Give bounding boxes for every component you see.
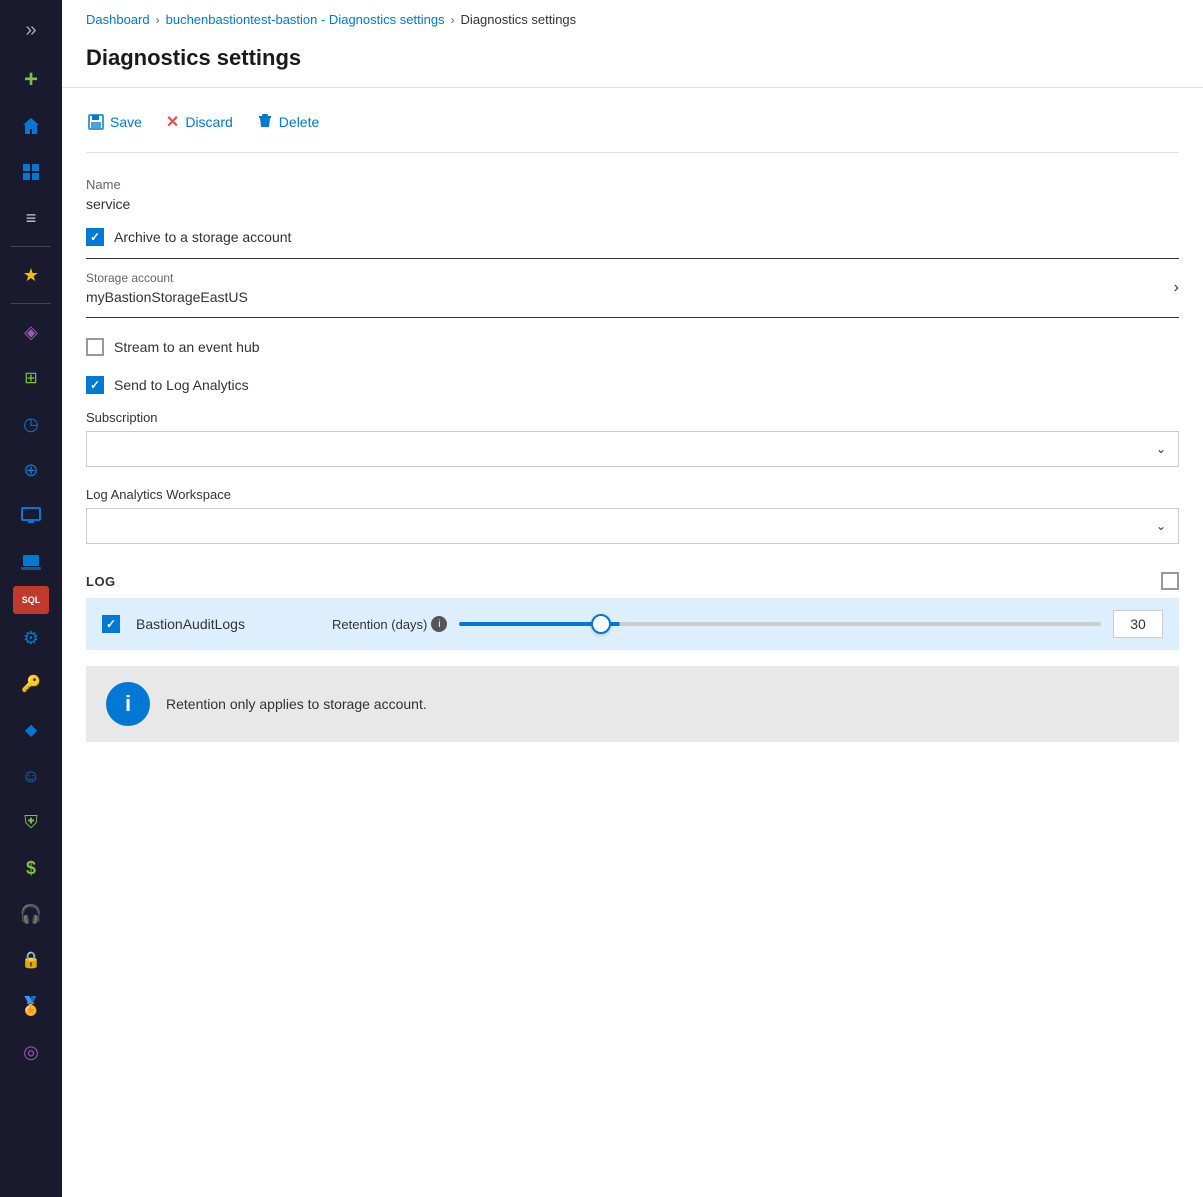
archive-checkbox-row: ✓ Archive to a storage account: [86, 228, 1179, 246]
log-header: LOG: [86, 564, 1179, 598]
archive-checkmark: ✓: [90, 230, 100, 244]
event-hub-checkbox-row: Stream to an event hub: [86, 338, 1179, 356]
collapse-icon[interactable]: »: [7, 8, 55, 52]
name-field-group: Name service: [86, 177, 1179, 212]
subscription-group: Subscription ⌄: [86, 410, 1179, 467]
headset-icon[interactable]: 🎧: [7, 892, 55, 936]
subscription-label: Subscription: [86, 410, 1179, 425]
storage-selector-info: Storage account myBastionStorageEastUS: [86, 271, 248, 305]
name-label: Name: [86, 177, 1179, 192]
breadcrumb-resource[interactable]: buchenbastiontest-bastion - Diagnostics …: [166, 12, 445, 27]
star-icon[interactable]: ★: [7, 253, 55, 297]
person-icon[interactable]: ◎: [7, 1030, 55, 1074]
retention-value: 30: [1130, 616, 1146, 632]
save-icon: [88, 114, 104, 130]
archive-checkbox[interactable]: ✓: [86, 228, 104, 246]
event-hub-checkbox[interactable]: [86, 338, 104, 356]
page-title: Diagnostics settings: [62, 35, 1203, 88]
slider-container: [459, 622, 1101, 626]
main-content: Dashboard › buchenbastiontest-bastion - …: [62, 0, 1203, 1197]
workspace-select-wrapper: ⌄: [86, 508, 1179, 544]
delete-button[interactable]: Delete: [255, 109, 321, 136]
log-analytics-checkmark: ✓: [90, 378, 100, 392]
log-header-checkbox[interactable]: [1161, 572, 1179, 590]
bastion-audit-checkbox[interactable]: ✓: [102, 615, 120, 633]
retention-slider-track: [459, 622, 1101, 626]
log-analytics-checkbox[interactable]: ✓: [86, 376, 104, 394]
log-row: ✓ BastionAuditLogs Retention (days) i: [86, 598, 1179, 650]
storage-account-selector[interactable]: Storage account myBastionStorageEastUS ›: [86, 258, 1179, 318]
diamond-icon[interactable]: ◆: [7, 708, 55, 752]
log-analytics-label[interactable]: Send to Log Analytics: [114, 377, 249, 393]
globe-icon[interactable]: ⊕: [7, 448, 55, 492]
retention-value-box: 30: [1113, 610, 1163, 638]
badge-icon[interactable]: 🏅: [7, 984, 55, 1028]
storage-account-value: myBastionStorageEastUS: [86, 289, 248, 305]
subscription-select-wrapper: ⌄: [86, 431, 1179, 467]
breadcrumb-dashboard[interactable]: Dashboard: [86, 12, 150, 27]
key-icon[interactable]: 🔑: [7, 662, 55, 706]
name-value: service: [86, 196, 1179, 212]
content-area: Save ✕ Discard Delete Name service: [62, 88, 1203, 1197]
sidebar: » + ≡ ★ ◈ ⊞ ◷ ⊕ SQL ⚙ 🔑 ◆ ☺ ⛨ $ 🎧 🔒 🏅 ◎: [0, 0, 62, 1197]
cube-icon[interactable]: ◈: [7, 310, 55, 354]
shield-icon[interactable]: ⛨: [7, 800, 55, 844]
delete-label: Delete: [279, 114, 319, 130]
workspace-group: Log Analytics Workspace ⌄: [86, 487, 1179, 544]
workspace-label: Log Analytics Workspace: [86, 487, 1179, 502]
event-hub-label[interactable]: Stream to an event hub: [114, 339, 260, 355]
info-banner-text: Retention only applies to storage accoun…: [166, 696, 427, 712]
clock-icon[interactable]: ◷: [7, 402, 55, 446]
settings-icon[interactable]: ⚙: [7, 616, 55, 660]
retention-info-icon[interactable]: i: [431, 616, 447, 632]
delete-icon: [257, 113, 273, 132]
slider-thumb: [591, 614, 611, 634]
workspace-select[interactable]: [87, 509, 1178, 543]
storage-account-label: Storage account: [86, 271, 248, 285]
bastion-audit-name: BastionAuditLogs: [136, 616, 316, 632]
retention-label: Retention (days) i: [332, 616, 447, 632]
monitor-icon[interactable]: [7, 494, 55, 538]
log-section: LOG ✓ BastionAuditLogs Retention (days) …: [86, 564, 1179, 650]
subscription-select[interactable]: [87, 432, 1178, 466]
retention-section: Retention (days) i 30: [332, 610, 1163, 638]
save-label: Save: [110, 114, 142, 130]
info-banner-icon: i: [106, 682, 150, 726]
smiley-icon[interactable]: ☺: [7, 754, 55, 798]
info-banner: i Retention only applies to storage acco…: [86, 666, 1179, 742]
breadcrumb: Dashboard › buchenbastiontest-bastion - …: [62, 0, 1203, 35]
sql-icon[interactable]: SQL: [13, 586, 49, 614]
lock-icon[interactable]: 🔒: [7, 938, 55, 982]
computer-icon[interactable]: [7, 540, 55, 584]
discard-icon: ✕: [166, 112, 179, 132]
list-icon[interactable]: ≡: [7, 196, 55, 240]
save-button[interactable]: Save: [86, 110, 144, 134]
toolbar: Save ✕ Discard Delete: [86, 108, 1179, 153]
breadcrumb-sep-2: ›: [451, 13, 455, 27]
dollar-icon[interactable]: $: [7, 846, 55, 890]
archive-label[interactable]: Archive to a storage account: [114, 229, 291, 245]
add-icon[interactable]: +: [7, 58, 55, 102]
log-analytics-checkbox-row: ✓ Send to Log Analytics: [86, 376, 1179, 394]
dashboard-icon[interactable]: [7, 150, 55, 194]
breadcrumb-sep-1: ›: [156, 13, 160, 27]
discard-label: Discard: [185, 114, 232, 130]
discard-button[interactable]: ✕ Discard: [164, 108, 235, 136]
grid-icon[interactable]: ⊞: [7, 356, 55, 400]
storage-selector-chevron: ›: [1174, 279, 1179, 297]
log-section-title: LOG: [86, 574, 116, 589]
breadcrumb-current: Diagnostics settings: [461, 12, 577, 27]
home-icon[interactable]: [7, 104, 55, 148]
bastion-audit-checkmark: ✓: [106, 617, 116, 631]
